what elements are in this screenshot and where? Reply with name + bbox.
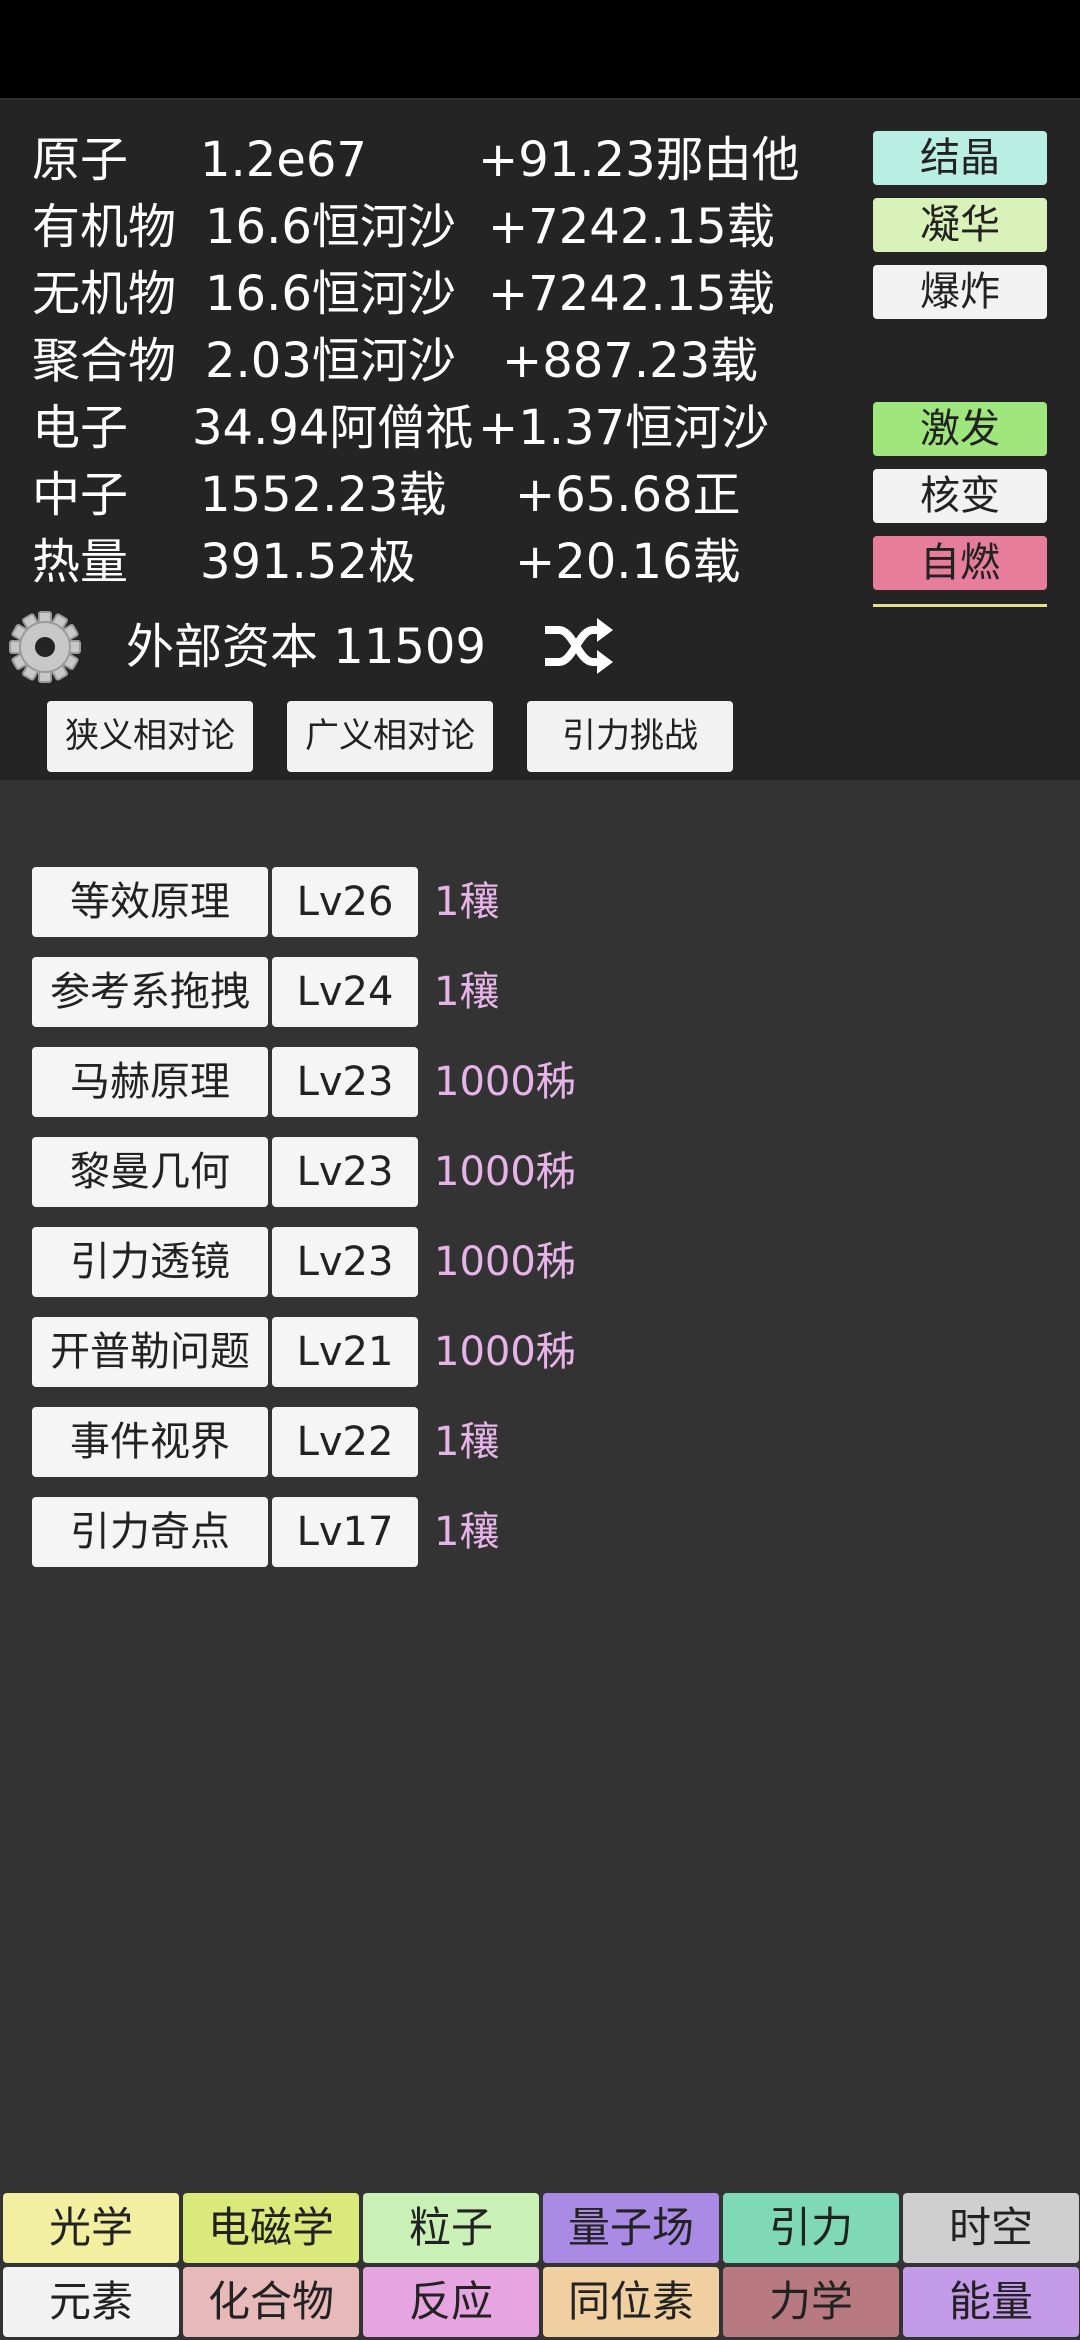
- nav-compounds[interactable]: 化合物: [183, 2267, 359, 2337]
- skill-riemann-geometry-button[interactable]: 黎曼几何: [32, 1137, 268, 1207]
- resource-name: 热量: [32, 534, 129, 590]
- resource-name: 原子: [32, 132, 129, 188]
- resource-name: 有机物: [32, 199, 177, 255]
- resource-amount: 16.6恒河沙: [205, 266, 456, 322]
- resource-rate: +20.16载: [515, 534, 741, 590]
- resource-amount: 391.52极: [200, 534, 416, 590]
- skill-gravitational-lens-button[interactable]: 引力透镜: [32, 1227, 268, 1297]
- skill-level-button[interactable]: Lv21: [272, 1317, 418, 1387]
- nav-reactions[interactable]: 反应: [363, 2267, 539, 2337]
- self-ignite-button[interactable]: 自燃: [873, 536, 1047, 590]
- skill-cost: 1000秭: [434, 1239, 576, 1285]
- tab-gravity-challenge[interactable]: 引力挑战: [527, 701, 733, 772]
- skill-level-button[interactable]: Lv17: [272, 1497, 418, 1567]
- nav-gravity[interactable]: 引力: [723, 2193, 899, 2263]
- explode-button[interactable]: 爆炸: [873, 265, 1047, 319]
- skill-event-horizon-button[interactable]: 事件视界: [32, 1407, 268, 1477]
- status-bar: [0, 0, 1080, 98]
- skill-cost: 1穰: [434, 879, 500, 925]
- external-capital: 外部资本 11509: [126, 610, 486, 684]
- capital-value: 11509: [333, 619, 486, 675]
- skill-level-button[interactable]: Lv24: [272, 957, 418, 1027]
- skill-cost: 1000秭: [434, 1149, 576, 1195]
- progress-indicator: [873, 604, 1047, 607]
- skill-kepler-problem-button[interactable]: 开普勒问题: [32, 1317, 268, 1387]
- skill-level-button[interactable]: Lv23: [272, 1137, 418, 1207]
- nav-isotopes[interactable]: 同位素: [543, 2267, 719, 2337]
- resource-name: 电子: [32, 400, 129, 456]
- tab-general-relativity[interactable]: 广义相对论: [287, 701, 493, 772]
- resource-rate: +7242.15载: [488, 199, 775, 255]
- sublimate-button[interactable]: 凝华: [873, 198, 1047, 252]
- skill-mach-principle-button[interactable]: 马赫原理: [32, 1047, 268, 1117]
- skill-equivalence-principle-button[interactable]: 等效原理: [32, 867, 268, 937]
- nav-energy[interactable]: 能量: [903, 2267, 1079, 2337]
- resource-rate: +7242.15载: [488, 266, 775, 322]
- resource-amount: 1552.23载: [200, 467, 447, 523]
- resource-name: 聚合物: [32, 333, 177, 389]
- resource-rate: +1.37恒河沙: [478, 400, 770, 456]
- resource-rate: +887.23载: [502, 333, 759, 389]
- nav-mechanics[interactable]: 力学: [723, 2267, 899, 2337]
- nav-quantum-field[interactable]: 量子场: [543, 2193, 719, 2263]
- skill-level-button[interactable]: Lv23: [272, 1227, 418, 1297]
- resource-amount: 2.03恒河沙: [205, 333, 456, 389]
- resource-amount: 34.94阿僧祇: [192, 400, 474, 456]
- nuclear-transmute-button[interactable]: 核变: [873, 469, 1047, 523]
- skill-gravitational-singularity-button[interactable]: 引力奇点: [32, 1497, 268, 1567]
- skill-cost: 1000秭: [434, 1059, 576, 1105]
- gear-icon[interactable]: [8, 610, 82, 684]
- skill-cost: 1穰: [434, 1419, 500, 1465]
- resource-amount: 1.2e67: [200, 132, 367, 188]
- resource-rate: +91.23那由他: [478, 132, 800, 188]
- nav-elements[interactable]: 元素: [3, 2267, 179, 2337]
- nav-particles[interactable]: 粒子: [363, 2193, 539, 2263]
- nav-optics[interactable]: 光学: [3, 2193, 179, 2263]
- nav-spacetime[interactable]: 时空: [903, 2193, 1079, 2263]
- skill-cost: 1000秭: [434, 1329, 576, 1375]
- nav-electromagnetism[interactable]: 电磁学: [183, 2193, 359, 2263]
- excite-button[interactable]: 激发: [873, 402, 1047, 456]
- resource-name: 无机物: [32, 266, 177, 322]
- skill-level-button[interactable]: Lv26: [272, 867, 418, 937]
- tab-special-relativity[interactable]: 狭义相对论: [47, 701, 253, 772]
- capital-label: 外部资本: [126, 619, 319, 675]
- resource-rate: +65.68正: [515, 467, 741, 523]
- skill-cost: 1穰: [434, 969, 500, 1015]
- resource-name: 中子: [32, 467, 129, 523]
- shuffle-icon[interactable]: [543, 616, 613, 676]
- resource-amount: 16.6恒河沙: [205, 199, 456, 255]
- skill-level-button[interactable]: Lv23: [272, 1047, 418, 1117]
- skill-frame-dragging-button[interactable]: 参考系拖拽: [32, 957, 268, 1027]
- resource-row-polymer: 聚合物 2.03恒河沙 +887.23载: [0, 328, 1080, 394]
- skill-cost: 1穰: [434, 1509, 500, 1555]
- crystallize-button[interactable]: 结晶: [873, 131, 1047, 185]
- skill-level-button[interactable]: Lv22: [272, 1407, 418, 1477]
